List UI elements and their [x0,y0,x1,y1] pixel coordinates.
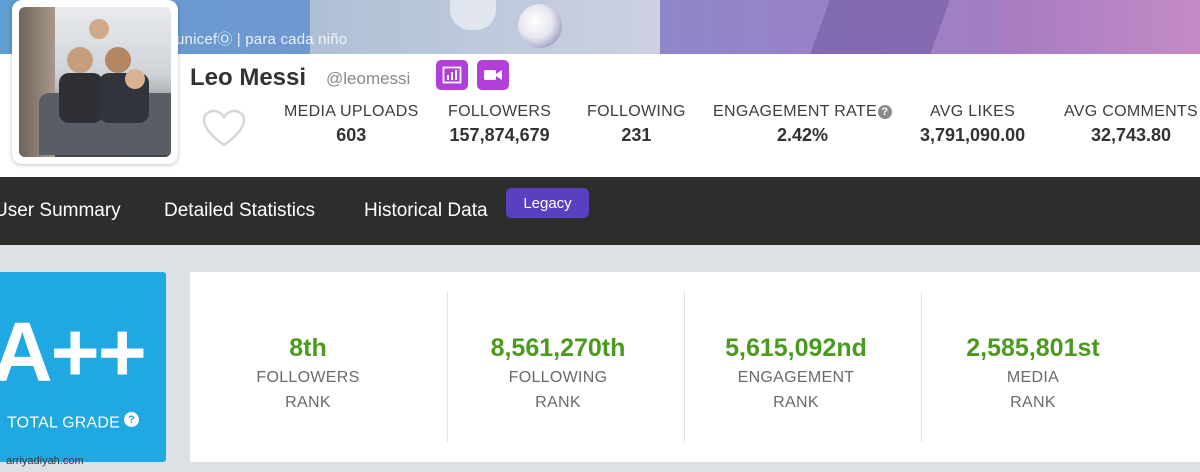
profile-name: Leo Messi [190,64,307,91]
stat-label: FOLLOWING [587,103,686,120]
rank-value: 8,561,270th [490,334,626,362]
stat-value: 2.42% [776,125,828,145]
stat-followers: FOLLOWERS 157,874,679 [448,103,551,146]
video-camera-icon[interactable] [477,60,509,90]
watermark: arriyadiyah.com [6,455,84,467]
stat-label: AVG LIKES [930,103,1016,120]
tab-user-summary[interactable]: User Summary [0,200,121,222]
profile-handle[interactable]: @leomessi [326,69,410,89]
stat-label: AVG COMMENTS [1064,103,1198,120]
stat-media-uploads: MEDIA UPLOADS 603 [284,103,419,146]
stat-value: 231 [621,125,652,145]
tab-historical-data[interactable]: Historical Data [364,200,488,222]
bar-chart-icon[interactable] [436,60,468,90]
rank-media: 2,585,801st MEDIA RANK [914,334,1152,412]
stat-avg-comments: AVG COMMENTS 32,743.80 [1064,103,1198,146]
stat-label: MEDIA UPLOADS [284,103,419,120]
rank-value: 2,585,801st [966,334,1100,362]
banner-overlay-text: unicefⓄ | para cada niño [176,31,348,48]
rank-label: MEDIA [1006,369,1060,386]
rank-label: FOLLOWING [508,369,608,386]
avatar-photo [19,7,171,157]
stat-following: FOLLOWING 231 [587,103,686,146]
stat-value: 3,791,090.00 [920,125,1026,145]
stat-value: 603 [336,125,367,145]
stat-value: 157,874,679 [449,125,550,145]
stat-label: ENGAGEMENT RATE? [713,103,892,121]
rank-label: RANK [1010,394,1056,411]
legacy-badge[interactable]: Legacy [506,188,589,218]
help-icon[interactable]: ? [124,412,140,427]
profile-banner: unicefⓄ | para cada niño [0,0,1200,54]
total-grade-card: A++ TOTAL GRADE? [0,272,166,462]
tab-detailed-statistics[interactable]: Detailed Statistics [164,200,315,222]
rank-label: RANK [285,394,331,411]
stat-engagement-rate: ENGAGEMENT RATE? 2.42% [713,103,892,146]
rank-value: 5,615,092nd [725,334,867,362]
banner-segment [1000,0,1200,54]
profile-tabs: User Summary Detailed Statistics Histori… [0,177,1200,245]
stat-avg-likes: AVG LIKES 3,791,090.00 [920,103,1025,146]
stat-label-text: ENGAGEMENT RATE [713,103,877,120]
rank-label: RANK [535,394,581,411]
grade-caption: TOTAL GRADE? [7,412,140,433]
stat-label: FOLLOWERS [448,103,552,120]
rank-engagement: 5,615,092nd ENGAGEMENT RANK [677,334,915,412]
rank-label: FOLLOWERS [256,369,360,386]
rank-following: 8,561,270th FOLLOWING RANK [439,334,677,412]
profile-header: MEDIA UPLOADS 603 FOLLOWERS 157,874,679 … [0,54,1200,177]
ranks-panel: 8th FOLLOWERS RANK 8,561,270th FOLLOWING… [190,272,1200,462]
soccer-ball-image [518,4,562,48]
rank-followers: 8th FOLLOWERS RANK [189,334,427,412]
avatar[interactable] [12,0,178,164]
grade-value: A++ [0,305,147,399]
rank-value: 8th [289,334,327,362]
heart-icon[interactable] [202,109,246,149]
rank-label: ENGAGEMENT [737,369,855,386]
help-icon[interactable]: ? [877,105,892,119]
grade-label: TOTAL GRADE [7,414,121,432]
rank-label: RANK [773,394,819,411]
banner-shadow [810,0,950,54]
stat-value: 32,743.80 [1090,125,1172,145]
